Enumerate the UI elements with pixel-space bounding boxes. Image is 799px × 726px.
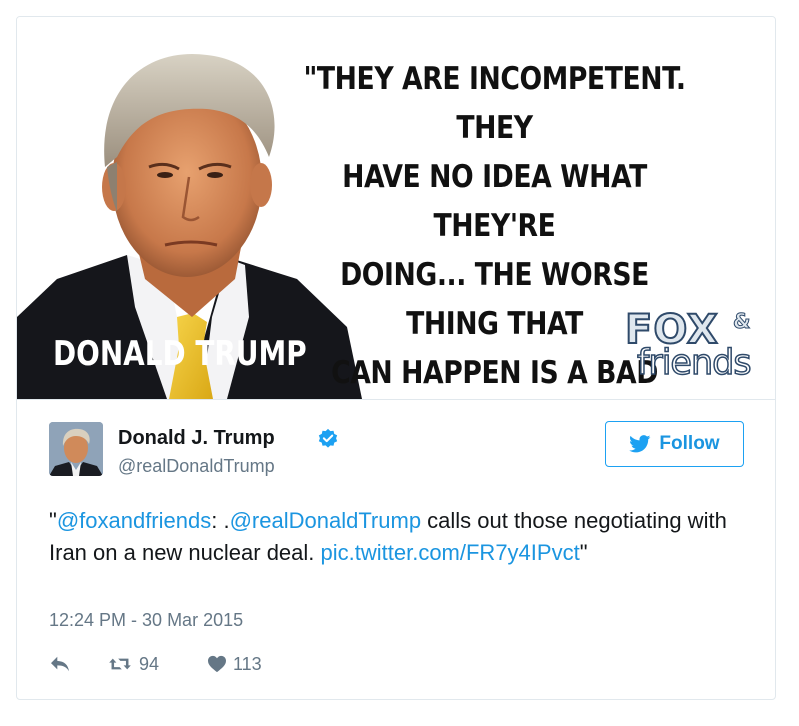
like-count: 113 xyxy=(233,653,262,674)
twitter-bird-icon xyxy=(629,435,651,453)
author-handle[interactable]: @realDonaldTrump xyxy=(118,456,275,477)
follow-button[interactable]: Follow xyxy=(605,421,744,467)
open-quote: " xyxy=(49,508,57,533)
tweet-media-image[interactable]: "THEY ARE INCOMPETENT. THEY HAVE NO IDEA… xyxy=(17,17,775,400)
pic-link[interactable]: pic.twitter.com/FR7y4IPvct xyxy=(321,540,580,565)
like-button[interactable]: 113 xyxy=(207,651,262,677)
follow-label: Follow xyxy=(659,433,720,454)
reply-icon xyxy=(51,656,69,672)
avatar-icon xyxy=(49,422,103,476)
reply-button[interactable] xyxy=(49,651,71,677)
timestamp[interactable]: 12:24 PM - 30 Mar 2015 xyxy=(49,610,243,631)
name-caption: DONALD TRUMP xyxy=(53,334,307,374)
mention-foxandfriends-link[interactable]: @foxandfriends xyxy=(57,508,211,533)
mention-realdonaldtrump-link[interactable]: @realDonaldTrump xyxy=(230,508,421,533)
author-name[interactable]: Donald J. Trump xyxy=(118,427,275,450)
heart-icon xyxy=(208,655,226,673)
close-quote: " xyxy=(579,540,588,565)
retweet-count: 94 xyxy=(139,653,160,674)
avatar[interactable] xyxy=(49,422,103,476)
fox-friends-logo: FOX & friends xyxy=(617,305,767,387)
tweet-actions: 94 113 xyxy=(49,651,449,677)
tweet-card: "THEY ARE INCOMPETENT. THEY HAVE NO IDEA… xyxy=(16,16,776,700)
retweet-button[interactable]: 94 xyxy=(107,651,159,677)
tweet-text: "@foxandfriends: .@realDonaldTrump calls… xyxy=(49,505,749,569)
retweet-icon xyxy=(109,658,131,670)
logo-amp-text: & xyxy=(732,309,751,334)
text-separator: : . xyxy=(211,508,230,533)
logo-friends-text: friends xyxy=(636,342,752,384)
verified-badge-icon xyxy=(318,428,338,448)
